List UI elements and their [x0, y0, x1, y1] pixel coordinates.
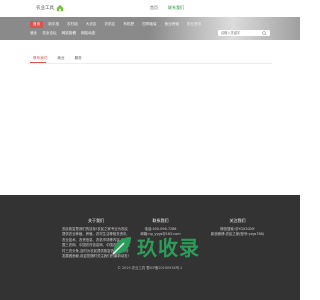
nav-item-farm[interactable]: 大农区: [83, 21, 100, 28]
house-icon: [56, 4, 64, 12]
nav-item-home[interactable]: 首页: [30, 21, 44, 28]
footer-about-title: 关于我们: [88, 218, 104, 223]
watermark: 玖收录: [100, 232, 210, 260]
logo-text: 农业工具: [36, 6, 54, 11]
tab-service[interactable]: 服务: [70, 54, 87, 63]
search-box: [218, 30, 270, 36]
nav-item-news[interactable]: 农业资讯: [184, 21, 204, 28]
nav-item-machinery[interactable]: 农机区: [102, 21, 119, 28]
top-link-home[interactable]: 首页: [150, 5, 158, 11]
watermark-text: 玖收录: [137, 235, 200, 260]
footer-copyright: © 2019 农业工具 蜀ICP备2019093X号-1: [117, 266, 183, 270]
tab-business[interactable]: 商业: [52, 54, 69, 63]
sub-nav: 我业 农业论坛 网站投稿 网站动态: [30, 31, 95, 36]
nav-item-guide[interactable]: 新手指: [45, 21, 62, 28]
sub-nav-forum[interactable]: 农业论坛: [42, 31, 56, 36]
footer-follow-weibo[interactable]: 新浪微博:农民之家(账号:yxgs788): [200, 232, 275, 238]
main-nav: 首页 新手指 农村组 大农区 农机区 有机肥 四季植保 渔业养殖 农业资讯: [30, 21, 204, 28]
nav-item-fertilizer[interactable]: 有机肥: [120, 21, 137, 28]
sub-nav-submit[interactable]: 网站投稿: [62, 31, 76, 36]
top-link-contact[interactable]: 联系我们: [168, 5, 184, 11]
search-icon[interactable]: [262, 30, 267, 36]
sub-nav-updates[interactable]: 网站动态: [81, 31, 95, 36]
top-bar: 农业工具 首页 联系我们: [0, 0, 300, 17]
footer-follow-title: 关注我们: [229, 218, 246, 223]
footer-contact-title: 联系我们: [152, 218, 169, 223]
footer-follow: 关注我们 微信搜索:@YGX2GNY 新浪微博:农民之家(账号:yxgs788): [200, 218, 275, 238]
nav-item-village[interactable]: 农村组: [64, 21, 81, 28]
nav-item-fishery[interactable]: 渔业养殖: [161, 21, 181, 28]
sub-nav-business[interactable]: 我业: [30, 31, 37, 36]
site-logo[interactable]: 农业工具: [36, 4, 64, 12]
tab-active-indicator: [30, 62, 46, 63]
leaf-icon: [112, 237, 131, 255]
top-links: 首页 联系我们: [150, 5, 184, 11]
search-input[interactable]: [218, 31, 262, 35]
tab-divider: [28, 63, 272, 64]
nav-item-protection[interactable]: 四季植保: [139, 21, 159, 28]
